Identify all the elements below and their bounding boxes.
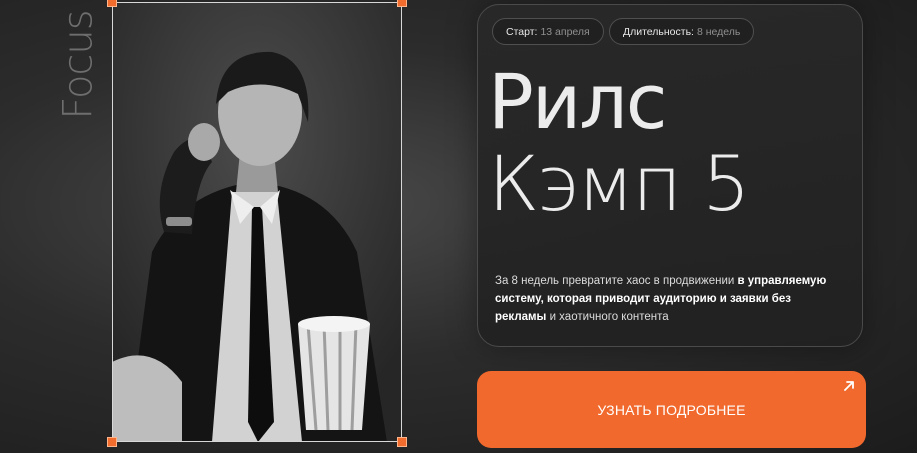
course-description: За 8 недель превратите хаос в продвижени… [495, 272, 845, 326]
crop-handle-top-right[interactable] [397, 0, 407, 7]
description-part-2: и хаотичного контента [549, 311, 669, 323]
hero-section: Focus Старт: 13 апреля Длительность: 8 н… [0, 0, 917, 453]
arrow-up-right-icon [844, 381, 854, 391]
start-label: Старт: [506, 25, 538, 38]
start-date-badge: Старт: 13 апреля [492, 18, 604, 45]
course-title-line-1: Рилс [488, 57, 668, 146]
learn-more-button[interactable]: УЗНАТЬ ПОДРОБНЕЕ [477, 371, 866, 448]
course-title-line-2: Кэмп 5 [488, 139, 750, 228]
crop-handle-bottom-right[interactable] [397, 437, 407, 447]
duration-label: Длительность: [623, 25, 694, 38]
duration-value: 8 недель [696, 25, 741, 38]
crop-handle-top-left[interactable] [107, 0, 117, 7]
focus-word-text: Focus [56, 10, 102, 120]
learn-more-label: УЗНАТЬ ПОДРОБНЕЕ [597, 401, 746, 418]
hero-photo [112, 2, 402, 442]
focus-vertical-label: Focus [56, 6, 102, 124]
course-title: Рилс Кэмп 5 [488, 57, 750, 228]
woman-with-popcorn-illustration [112, 2, 402, 442]
start-value: 13 апреля [540, 25, 590, 38]
crop-handle-bottom-left[interactable] [107, 437, 117, 447]
description-part-1: За 8 недель превратите хаос в продвижени… [495, 275, 735, 287]
duration-badge: Длительность: 8 недель [609, 18, 755, 45]
course-info-card: Старт: 13 апреля Длительность: 8 недель … [477, 4, 863, 347]
